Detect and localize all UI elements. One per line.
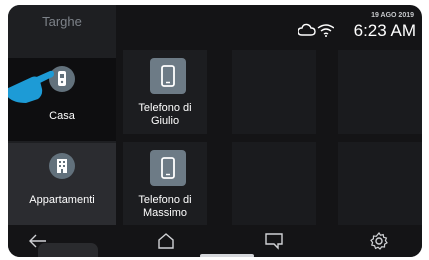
status-icons — [297, 23, 335, 42]
settings-button[interactable] — [363, 229, 395, 253]
tile-empty — [338, 142, 422, 226]
tile-telefono-giulio[interactable]: Telefono di Giulio — [123, 50, 207, 134]
tile-label-line1: Telefono di — [138, 194, 192, 206]
tile-telefono-massimo[interactable]: Telefono di Massimo — [123, 142, 207, 226]
tile-label-line2: Giulio — [150, 115, 180, 127]
chat-icon — [265, 233, 283, 250]
tile-label-line2: Massimo — [142, 207, 187, 219]
navigation-bar — [8, 225, 422, 257]
pointing-hand-icon — [8, 65, 66, 118]
home-button[interactable] — [150, 229, 182, 253]
status-bar: 19 AGO 2019 6:23 AM — [116, 5, 422, 47]
tile-empty — [232, 50, 316, 134]
background-fragment — [38, 243, 98, 257]
sidebar-item-appartamenti[interactable]: Appartamenti — [8, 143, 116, 226]
intercom-screen: Targhe Casa Appartamenti 19 AGO 2019 6:2… — [8, 5, 422, 257]
tile-label-line1: Telefono di — [138, 102, 192, 114]
chat-button[interactable] — [258, 229, 290, 253]
tile-empty — [232, 142, 316, 226]
sidebar-item-label: Appartamenti — [29, 194, 95, 206]
date-label: 19 AGO 2019 — [371, 12, 414, 19]
sidebar-title: Targhe — [42, 14, 82, 29]
tile-empty — [338, 50, 422, 134]
home-icon — [158, 233, 174, 249]
cloud-icon — [297, 23, 316, 36]
wifi-icon — [317, 24, 335, 37]
home-indicator — [200, 254, 254, 257]
settings-icon — [370, 231, 388, 250]
time-label: 6:23 AM — [353, 21, 416, 40]
phone-icon — [150, 150, 186, 186]
phone-icon — [150, 58, 186, 94]
building-icon — [49, 153, 75, 179]
sidebar: Targhe Casa Appartamenti — [8, 5, 116, 226]
